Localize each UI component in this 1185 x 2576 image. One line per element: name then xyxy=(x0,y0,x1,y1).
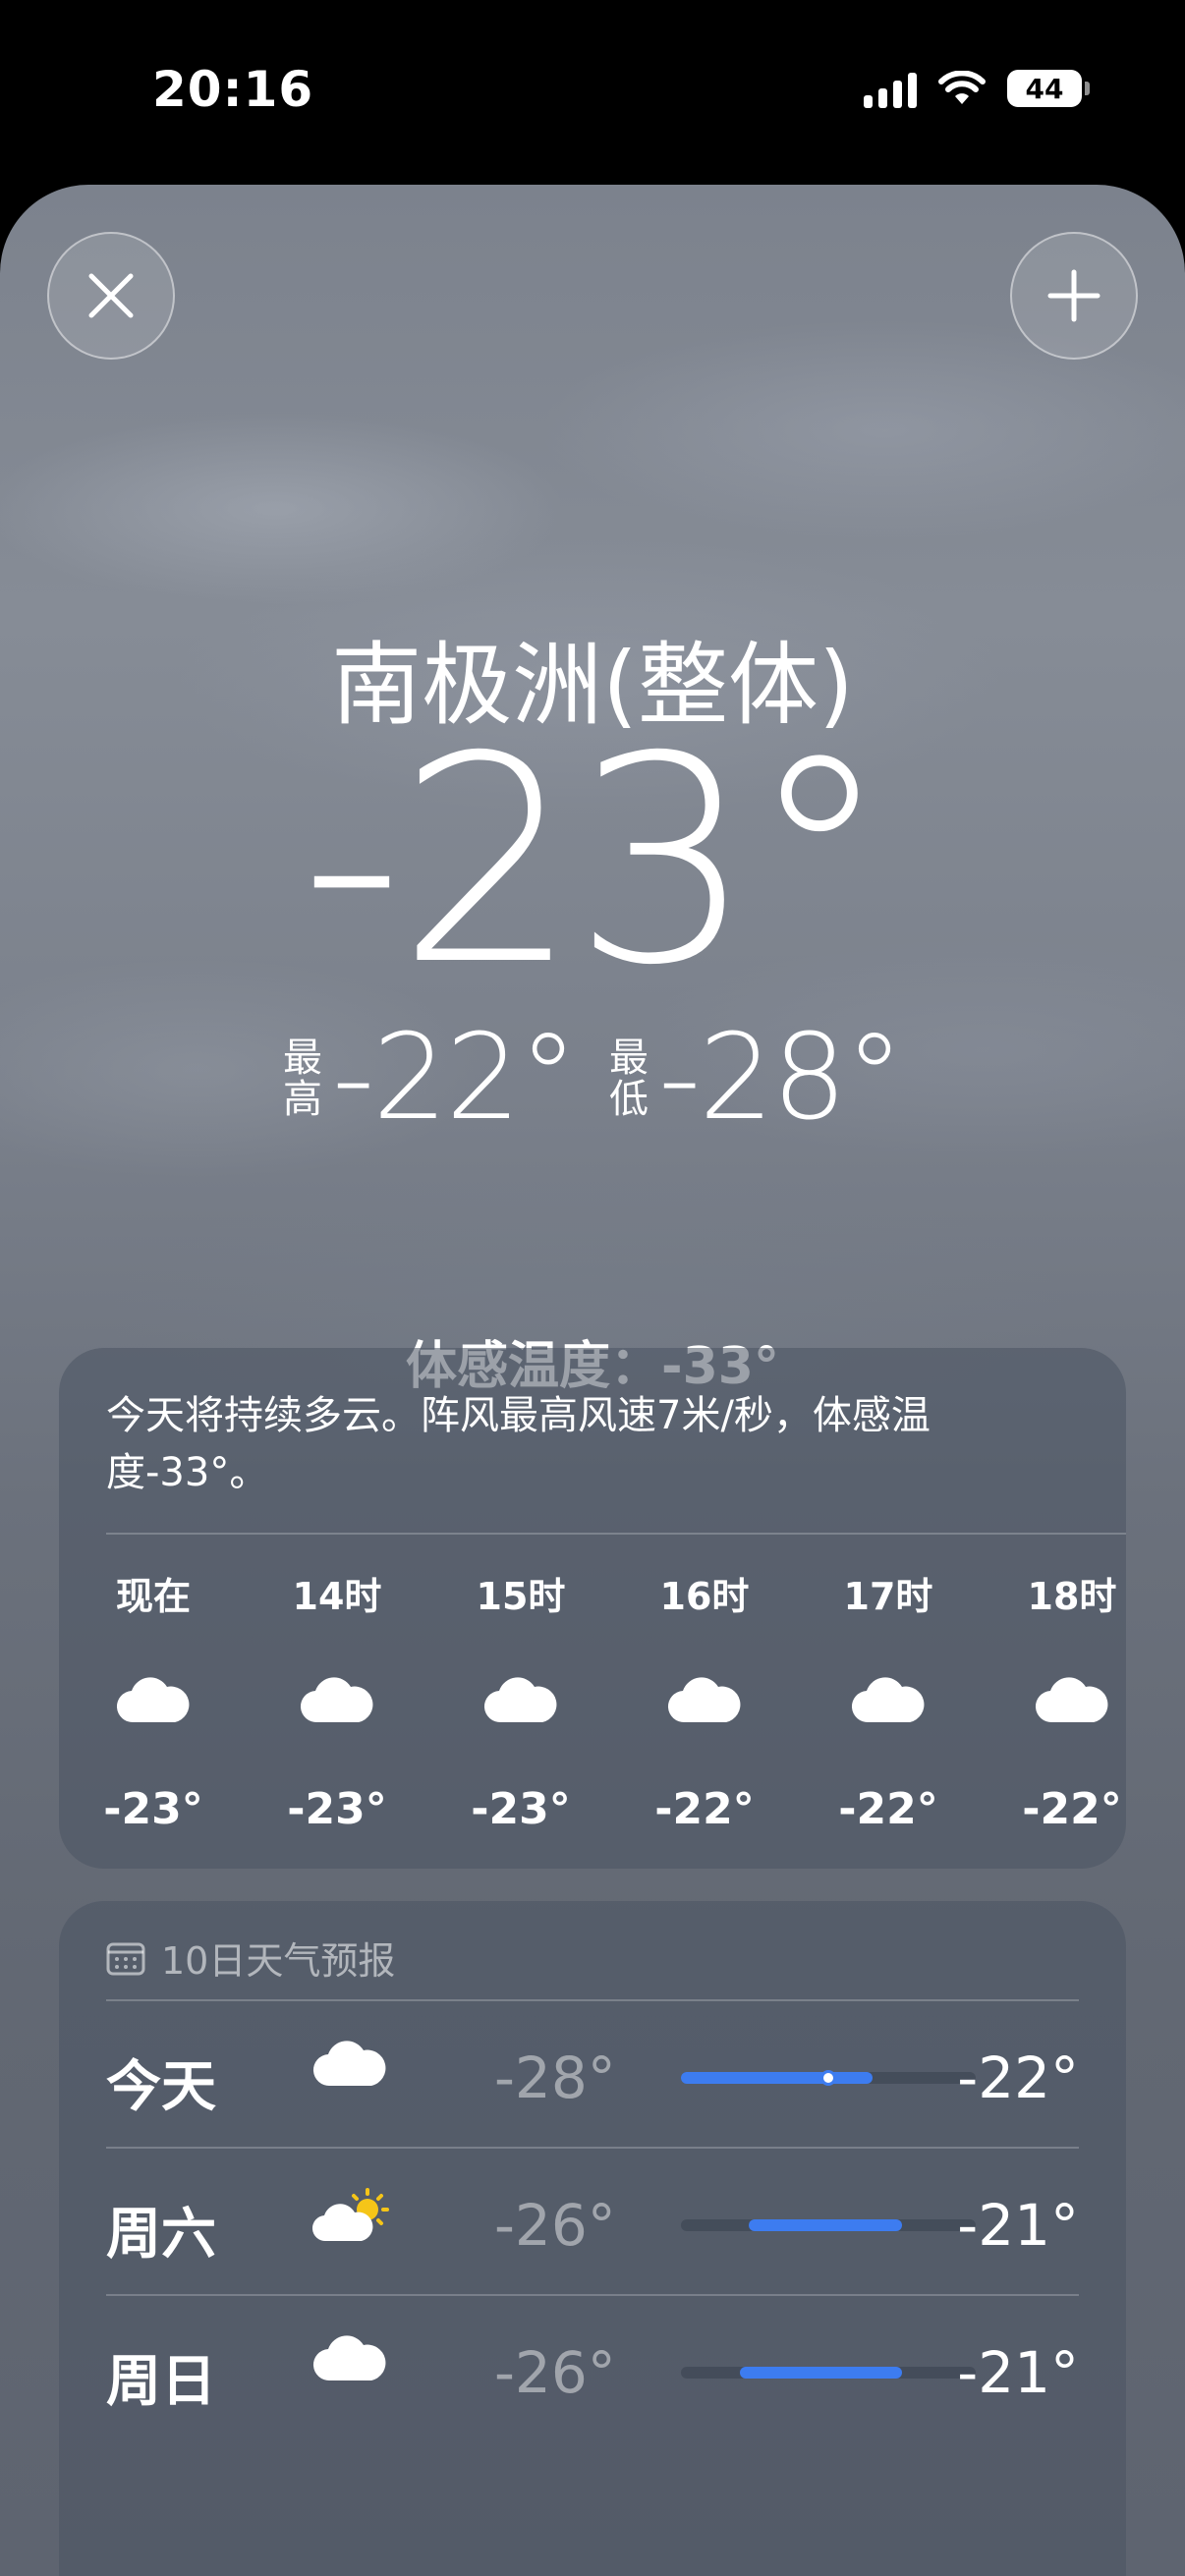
low-label-top: 最 xyxy=(609,1035,649,1081)
high-low: 最 高 -22° 最 低 -28° xyxy=(0,1010,1185,1147)
cloud-icon xyxy=(312,2041,387,2092)
temp-range-bar xyxy=(681,2219,976,2231)
battery-icon: 44 xyxy=(1007,70,1090,107)
high-temp: -22° xyxy=(332,1010,578,1147)
hour-label: 现在 xyxy=(115,1575,191,1618)
status-time: 20:16 xyxy=(152,61,314,118)
signal-icon xyxy=(864,69,917,108)
cloud-icon xyxy=(824,1656,952,1745)
day-high-temp: -21° xyxy=(957,2339,1079,2406)
cloud-icon xyxy=(641,1656,768,1745)
hour-item: 现在 -23° xyxy=(89,1566,217,1834)
ten-day-forecast-card[interactable]: 10日天气预报 今天 -28° -22° 周六 -26° -21° 周日 -26… xyxy=(59,1901,1126,2576)
temp-range-bar xyxy=(681,2367,976,2379)
high-label-top: 最 xyxy=(283,1035,322,1081)
day-row[interactable]: 周六 -26° -21° xyxy=(106,2147,1079,2294)
close-button[interactable] xyxy=(47,232,175,360)
hour-item: 14时 -23° xyxy=(273,1566,401,1834)
day-high-temp: -21° xyxy=(957,2192,1079,2259)
cloud-icon xyxy=(457,1656,585,1745)
hour-temp: -22° xyxy=(1022,1784,1122,1834)
high-label-bottom: 高 xyxy=(283,1076,322,1122)
add-button[interactable] xyxy=(1010,232,1138,360)
hour-item: 16时 -22° xyxy=(641,1566,768,1834)
hour-temp: -22° xyxy=(838,1784,938,1834)
day-low-temp: -28° xyxy=(494,2044,616,2111)
temp-range-bar xyxy=(681,2070,976,2086)
temp-range-fill xyxy=(681,2072,873,2084)
hour-label: 17时 xyxy=(843,1575,933,1618)
hour-temp: -23° xyxy=(103,1784,203,1834)
close-icon xyxy=(88,273,134,318)
low-temp-group: 最 低 -28° xyxy=(609,1010,904,1147)
hour-label: 14时 xyxy=(292,1575,382,1618)
day-name: 周六 xyxy=(106,2203,216,2267)
current-temp-marker xyxy=(820,2070,836,2086)
hour-item: 15时 -23° xyxy=(457,1566,585,1834)
hour-temp: -23° xyxy=(287,1784,387,1834)
day-name: 周日 xyxy=(106,2350,216,2414)
hour-temp: -22° xyxy=(654,1784,755,1834)
low-temp: -28° xyxy=(658,1010,904,1147)
cloud-icon xyxy=(273,1656,401,1745)
temp-range-fill xyxy=(749,2219,902,2231)
cloud-icon xyxy=(1008,1656,1136,1745)
partly-sunny-icon xyxy=(311,2188,395,2247)
high-label: 最 高 xyxy=(283,1037,322,1120)
day-row[interactable]: 周日 -26° -21° xyxy=(106,2294,1079,2441)
low-label: 最 低 xyxy=(609,1037,649,1120)
day-row[interactable]: 今天 -28° -22° xyxy=(106,1999,1079,2147)
wifi-icon xyxy=(938,71,986,104)
cloud-icon xyxy=(312,2335,387,2386)
low-label-bottom: 低 xyxy=(609,1076,649,1122)
status-icons: 44 xyxy=(864,69,1090,108)
day-low-temp: -26° xyxy=(494,2339,616,2406)
hourly-list[interactable]: 现在 -23° 14时 -23° 15时 -23° 16时 -22° 17时 -… xyxy=(103,1566,1126,1851)
high-temp-group: 最 高 -22° xyxy=(283,1010,578,1147)
forecast-summary: 今天将持续多云。阵风最高风速7米/秒，体感温度-33°。 xyxy=(106,1393,931,1495)
hour-item: 18时 -22° xyxy=(1008,1566,1136,1834)
plus-icon xyxy=(1047,269,1100,322)
hour-label: 16时 xyxy=(659,1575,750,1618)
day-high-temp: -22° xyxy=(957,2044,1079,2111)
hour-label: 18时 xyxy=(1027,1575,1117,1618)
temp-range-fill xyxy=(740,2367,902,2379)
cloud-icon xyxy=(89,1656,217,1745)
divider xyxy=(106,1533,1126,1535)
current-temperature: -23° xyxy=(300,697,891,1028)
hourly-forecast-card[interactable]: 今天将持续多云。阵风最高风速7米/秒，体感温度-33°。 现在 -23° 14时… xyxy=(59,1348,1126,1869)
ten-day-header: 10日天气预报 xyxy=(106,1931,395,1985)
hour-item: 17时 -22° xyxy=(824,1566,952,1834)
day-name: 今天 xyxy=(106,2055,216,2119)
ten-day-title: 10日天气预报 xyxy=(161,1939,396,1983)
hour-temp: -23° xyxy=(471,1784,571,1834)
calendar-icon xyxy=(106,1942,145,1975)
hour-label: 15时 xyxy=(476,1575,566,1618)
day-low-temp: -26° xyxy=(494,2192,616,2259)
status-bar: 20:16 44 xyxy=(0,0,1185,187)
